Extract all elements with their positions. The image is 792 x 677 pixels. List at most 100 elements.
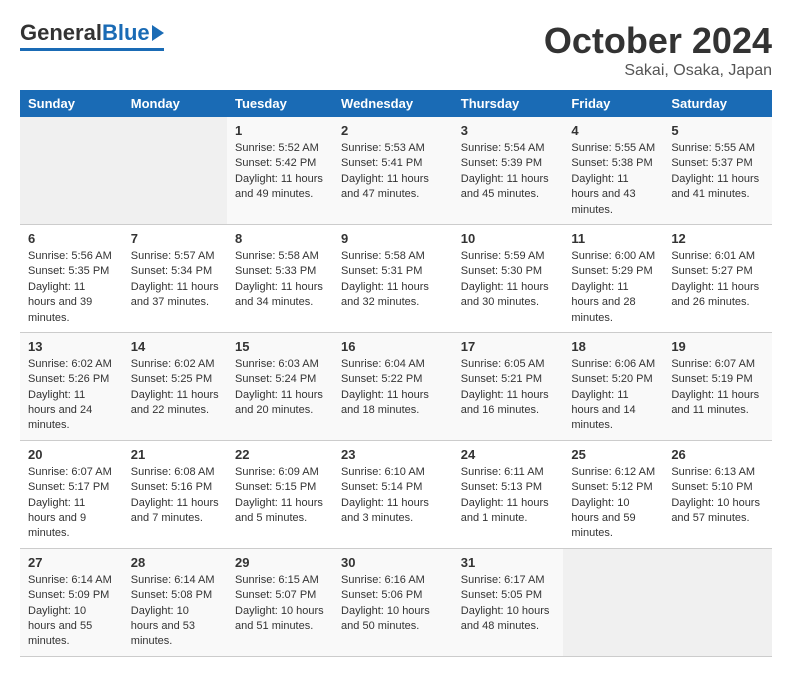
weekday-header-saturday: Saturday	[663, 90, 772, 117]
day-number: 7	[131, 231, 219, 246]
sunrise: Sunrise: 6:11 AM	[461, 466, 544, 478]
calendar-cell: 5Sunrise: 5:55 AMSunset: 5:37 PMDaylight…	[663, 117, 772, 224]
sunrise: Sunrise: 5:55 AM	[671, 142, 755, 154]
calendar-cell: 27 Sunrise: 6:14 AMSunset: 5:09 PMDayligh…	[20, 548, 123, 656]
day-info: Sunrise: 5:54 AMSunset: 5:39 PMDaylight:…	[461, 141, 556, 203]
daylight: Daylight: 11 hours and 22 minutes.	[131, 389, 219, 416]
calendar-cell: 14 Sunrise: 6:02 AMSunset: 5:25 PMDayligh…	[123, 332, 227, 440]
sunrise: Sunrise: 6:04 AM	[341, 358, 425, 370]
day-number: 6	[28, 231, 115, 246]
day-number: 30	[341, 555, 445, 570]
page-header: GeneralBlue October 2024 Sakai, Osaka, J…	[20, 20, 772, 80]
daylight: Daylight: 11 hours and 9 minutes.	[28, 497, 86, 540]
sunset: Sunset: 5:31 PM	[341, 265, 422, 277]
sunrise: Sunrise: 5:59 AM	[461, 250, 545, 262]
day-number: 31	[461, 555, 556, 570]
day-info: Sunrise: 5:52 AMSunset: 5:42 PMDaylight:…	[235, 141, 325, 203]
sunrise: Sunrise: 5:58 AM	[235, 250, 319, 262]
calendar-cell	[663, 548, 772, 656]
day-number: 17	[461, 339, 556, 354]
sunset: Sunset: 5:29 PM	[571, 265, 652, 277]
sunrise: Sunrise: 6:10 AM	[341, 466, 425, 478]
day-info: Sunrise: 6:14 AMSunset: 5:09 PMDaylight:…	[28, 573, 115, 650]
day-info: Sunrise: 6:15 AMSunset: 5:07 PMDaylight:…	[235, 573, 325, 635]
sunrise: Sunrise: 6:05 AM	[461, 358, 545, 370]
sunset: Sunset: 5:17 PM	[28, 481, 109, 493]
daylight: Daylight: 11 hours and 7 minutes.	[131, 497, 219, 524]
day-info: Sunrise: 5:55 AMSunset: 5:38 PMDaylight:…	[571, 141, 655, 218]
day-number: 25	[571, 447, 655, 462]
sunrise: Sunrise: 6:01 AM	[671, 250, 755, 262]
daylight: Daylight: 10 hours and 50 minutes.	[341, 605, 430, 632]
sunset: Sunset: 5:27 PM	[671, 265, 752, 277]
sunset: Sunset: 5:39 PM	[461, 157, 542, 169]
sunset: Sunset: 5:06 PM	[341, 589, 422, 601]
logo-line	[20, 48, 164, 51]
sunrise: Sunrise: 6:00 AM	[571, 250, 655, 262]
day-info: Sunrise: 5:56 AM Sunset: 5:35 PM Daylight:…	[28, 249, 115, 326]
daylight: Daylight: 11 hours and 3 minutes.	[341, 497, 429, 524]
sunset: Sunset: 5:26 PM	[28, 373, 109, 385]
weekday-header-sunday: Sunday	[20, 90, 123, 117]
logo-general: General	[20, 20, 102, 46]
day-number: 16	[341, 339, 445, 354]
day-info: Sunrise: 5:53 AMSunset: 5:41 PMDaylight:…	[341, 141, 445, 203]
sunrise: Sunrise: 5:54 AM	[461, 142, 545, 154]
calendar-week-row: 6 Sunrise: 5:56 AM Sunset: 5:35 PM Daylight…	[20, 224, 772, 332]
sunset: Sunset: 5:09 PM	[28, 589, 109, 601]
day-number: 27	[28, 555, 115, 570]
calendar-cell: 11Sunrise: 6:00 AMSunset: 5:29 PMDayligh…	[563, 224, 663, 332]
sunrise: Sunrise: 6:14 AM	[131, 574, 215, 586]
sunset: Sunset: 5:41 PM	[341, 157, 422, 169]
calendar-cell: 21Sunrise: 6:08 AMSunset: 5:16 PMDayligh…	[123, 440, 227, 548]
sunset: Sunset: 5:19 PM	[671, 373, 752, 385]
day-number: 22	[235, 447, 325, 462]
sunset: Sunset: 5:07 PM	[235, 589, 316, 601]
day-info: Sunrise: 6:11 AMSunset: 5:13 PMDaylight:…	[461, 465, 556, 527]
day-number: 4	[571, 123, 655, 138]
day-number: 5	[671, 123, 764, 138]
day-info: Sunrise: 5:58 AMSunset: 5:33 PMDaylight:…	[235, 249, 325, 311]
daylight: Daylight: 11 hours and 49 minutes.	[235, 173, 323, 200]
weekday-header-thursday: Thursday	[453, 90, 564, 117]
day-number: 10	[461, 231, 556, 246]
sunset: Sunset: 5:05 PM	[461, 589, 542, 601]
day-info: Sunrise: 6:16 AMSunset: 5:06 PMDaylight:…	[341, 573, 445, 635]
sunset: Sunset: 5:21 PM	[461, 373, 542, 385]
sunset: Sunset: 5:37 PM	[671, 157, 752, 169]
calendar-cell: 12Sunrise: 6:01 AMSunset: 5:27 PMDayligh…	[663, 224, 772, 332]
sunrise: Sunrise: 5:58 AM	[341, 250, 425, 262]
sunset: Sunset: 5:14 PM	[341, 481, 422, 493]
calendar-cell: 20Sunrise: 6:07 AMSunset: 5:17 PMDayligh…	[20, 440, 123, 548]
logo-blue: Blue	[102, 20, 150, 46]
sunrise: Sunrise: 5:56 AM	[28, 250, 112, 262]
day-info: Sunrise: 6:17 AMSunset: 5:05 PMDaylight:…	[461, 573, 556, 635]
sunrise: Sunrise: 6:13 AM	[671, 466, 755, 478]
sunset: Sunset: 5:12 PM	[571, 481, 652, 493]
day-info: Sunrise: 5:58 AMSunset: 5:31 PMDaylight:…	[341, 249, 445, 311]
sunrise: Sunrise: 6:09 AM	[235, 466, 319, 478]
sunrise: Sunrise: 6:17 AM	[461, 574, 545, 586]
calendar-cell: 3Sunrise: 5:54 AMSunset: 5:39 PMDaylight…	[453, 117, 564, 224]
day-number: 26	[671, 447, 764, 462]
daylight: Daylight: 11 hours and 24 minutes.	[28, 389, 92, 432]
sunset: Sunset: 5:33 PM	[235, 265, 316, 277]
sunrise: Sunrise: 6:07 AM	[28, 466, 112, 478]
sunset: Sunset: 5:13 PM	[461, 481, 542, 493]
calendar-cell: 13Sunrise: 6:02 AMSunset: 5:26 PMDayligh…	[20, 332, 123, 440]
day-info: Sunrise: 6:02 AMSunset: 5:25 PMDaylight:…	[131, 357, 219, 419]
daylight: Daylight: 10 hours and 57 minutes.	[671, 497, 760, 524]
day-number: 1	[235, 123, 325, 138]
sunrise: Sunrise: 6:02 AM	[28, 358, 112, 370]
daylight: Daylight: 10 hours and 53 minutes.	[131, 605, 195, 648]
day-info: Sunrise: 6:12 AMSunset: 5:12 PMDaylight:…	[571, 465, 655, 542]
calendar-cell: 16Sunrise: 6:04 AMSunset: 5:22 PMDayligh…	[333, 332, 453, 440]
daylight: Daylight: 11 hours and 39 minutes.	[28, 281, 92, 324]
month-title: October 2024	[544, 20, 772, 62]
daylight: Daylight: 11 hours and 11 minutes.	[671, 389, 759, 416]
day-number: 14	[131, 339, 219, 354]
day-number: 9	[341, 231, 445, 246]
sunset: Sunset: 5:35 PM	[28, 265, 109, 277]
calendar-cell: 23Sunrise: 6:10 AMSunset: 5:14 PMDayligh…	[333, 440, 453, 548]
sunset: Sunset: 5:25 PM	[131, 373, 212, 385]
